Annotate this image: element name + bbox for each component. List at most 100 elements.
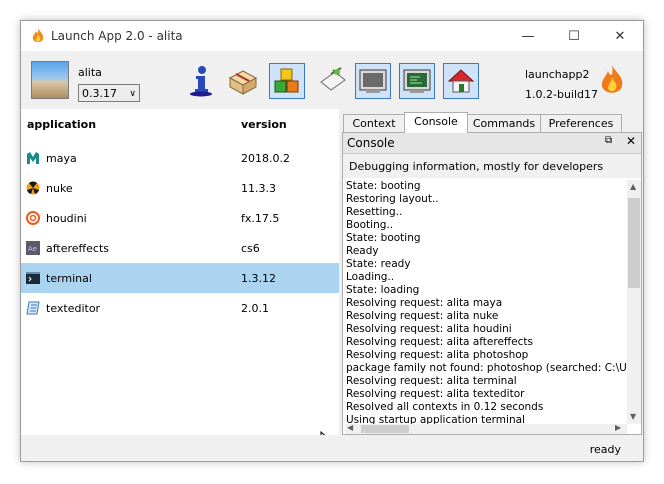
- houdini-icon: [26, 211, 40, 225]
- table-row[interactable]: texteditor 2.0.1: [21, 293, 339, 323]
- scroll-down-icon[interactable]: ▼: [630, 412, 636, 421]
- hscroll-thumb[interactable]: [361, 425, 409, 433]
- log-line: State: booting: [346, 232, 421, 244]
- info-button[interactable]: [183, 63, 219, 99]
- cubes-icon: [274, 68, 299, 93]
- log-line: Resolving request: alita texteditor: [346, 388, 525, 400]
- table-row[interactable]: terminal 1.3.12: [21, 263, 339, 293]
- log-line: Restoring layout..: [346, 193, 439, 205]
- minimize-icon: —: [521, 28, 535, 44]
- flame-icon: [31, 28, 45, 47]
- app-window: Launch App 2.0 - alita — ☐ ✕ alita 0.3.1…: [20, 20, 644, 462]
- package-button[interactable]: [225, 63, 261, 99]
- table-row[interactable]: Ae aftereffects cs6: [21, 233, 339, 263]
- terminal-window-icon: [359, 69, 387, 93]
- tab-context[interactable]: Context: [343, 114, 405, 132]
- nuke-icon: [26, 181, 40, 195]
- log-line: Ready: [346, 245, 379, 257]
- column-header-application[interactable]: application: [27, 118, 96, 131]
- log-line: Resolving request: alita terminal: [346, 375, 517, 387]
- float-icon[interactable]: ⧉: [605, 135, 612, 146]
- window-title: Launch App 2.0 - alita: [51, 29, 183, 43]
- tab-commands[interactable]: Commands: [467, 114, 541, 132]
- cubes-button[interactable]: [269, 63, 305, 99]
- build-version: 1.0.2-build17: [525, 88, 599, 101]
- log-line: Using startup application terminal: [346, 414, 525, 424]
- dock-title-bar: Console ⧉ ✕: [343, 133, 641, 154]
- app-name-cell: maya: [46, 152, 77, 165]
- status-text: ready: [589, 443, 621, 456]
- flame-logo-icon: [599, 65, 625, 100]
- home-button[interactable]: [443, 63, 479, 99]
- home-icon: [447, 69, 475, 93]
- log-line: State: booting: [346, 180, 421, 192]
- app-version-cell: 2018.0.2: [241, 152, 290, 165]
- app-version-cell: 1.3.12: [241, 272, 276, 285]
- log-line: Resolving request: alita aftereffects: [346, 336, 533, 348]
- app-version-cell: cs6: [241, 242, 260, 255]
- package-icon: [228, 70, 258, 95]
- table-row[interactable]: nuke 11.3.3: [21, 173, 339, 203]
- app-name: launchapp2: [525, 68, 590, 81]
- header: alita 0.3.17 ∨ launchapp2 1.0.2-build17: [21, 51, 643, 109]
- tab-bar: Context Console Commands Preferences: [343, 112, 643, 133]
- log-line: Loading..: [346, 271, 395, 283]
- list-header: application version: [21, 109, 339, 139]
- log-line: Resolving request: alita maya: [346, 297, 503, 309]
- application-list: application version maya 2018.0.2 nuke 1…: [21, 109, 339, 451]
- close-button[interactable]: ✕: [597, 21, 643, 51]
- maximize-button[interactable]: ☐: [551, 21, 597, 51]
- close-icon: ✕: [614, 28, 626, 44]
- scroll-right-icon[interactable]: ▶: [615, 423, 621, 432]
- column-header-version[interactable]: version: [241, 118, 287, 131]
- chevron-down-icon: ∨: [129, 89, 136, 99]
- console-window-icon: [403, 69, 431, 93]
- app-name-cell: texteditor: [46, 302, 101, 315]
- log-line: Resolving request: alita photoshop: [346, 349, 529, 361]
- tab-preferences[interactable]: Preferences: [540, 114, 622, 132]
- console-log[interactable]: State: booting Restoring layout.. Resett…: [345, 180, 627, 424]
- version-value: 0.3.17: [82, 87, 117, 100]
- stamp-icon: [320, 67, 346, 91]
- log-line: State: loading: [346, 284, 420, 296]
- title-bar: Launch App 2.0 - alita — ☐ ✕: [21, 21, 643, 51]
- info-icon: [190, 66, 212, 97]
- maximize-icon: ☐: [568, 28, 580, 44]
- console-window-button[interactable]: [399, 63, 435, 99]
- stamp-button[interactable]: [315, 63, 351, 99]
- app-name-cell: terminal: [46, 272, 92, 285]
- scroll-left-icon[interactable]: ◀: [347, 423, 353, 432]
- log-line: Resolving request: alita houdini: [346, 323, 512, 335]
- profile-thumbnail[interactable]: [31, 61, 69, 99]
- table-row[interactable]: houdini fx.17.5: [21, 203, 339, 233]
- scroll-thumb[interactable]: [628, 198, 640, 288]
- version-select[interactable]: 0.3.17 ∨: [78, 84, 140, 102]
- terminal-window-button[interactable]: [355, 63, 391, 99]
- maya-icon: [27, 152, 39, 164]
- console-description: Debugging information, mostly for develo…: [343, 154, 641, 178]
- scroll-up-icon[interactable]: ▲: [630, 182, 636, 191]
- log-line: Booting..: [346, 219, 394, 231]
- table-row[interactable]: maya 2018.0.2: [21, 143, 339, 173]
- app-name-cell: houdini: [46, 212, 87, 225]
- horizontal-scrollbar[interactable]: ◀ ▶: [345, 423, 627, 434]
- terminal-icon: [26, 272, 40, 284]
- vertical-scrollbar[interactable]: ▲ ▼: [627, 180, 641, 424]
- log-line: package family not found: photoshop (sea…: [346, 362, 627, 374]
- dock-close-icon[interactable]: ✕: [626, 134, 636, 148]
- app-version-cell: 2.0.1: [241, 302, 269, 315]
- console-panel: Console ⧉ ✕ Debugging information, mostl…: [342, 132, 642, 435]
- svg-text:Ae: Ae: [28, 245, 37, 253]
- aftereffects-icon: Ae: [26, 241, 40, 255]
- log-line: Resetting..: [346, 206, 403, 218]
- status-bar: ready: [21, 435, 643, 461]
- app-version-cell: 11.3.3: [241, 182, 276, 195]
- app-version-cell: fx.17.5: [241, 212, 280, 225]
- log-line: State: ready: [346, 258, 411, 270]
- log-line: Resolved all contexts in 0.12 seconds: [346, 401, 544, 413]
- tab-console[interactable]: Console: [404, 112, 468, 133]
- console-title: Console: [347, 136, 395, 150]
- texteditor-icon: [26, 301, 40, 315]
- log-line: Resolving request: alita nuke: [346, 310, 499, 322]
- minimize-button[interactable]: —: [505, 21, 551, 51]
